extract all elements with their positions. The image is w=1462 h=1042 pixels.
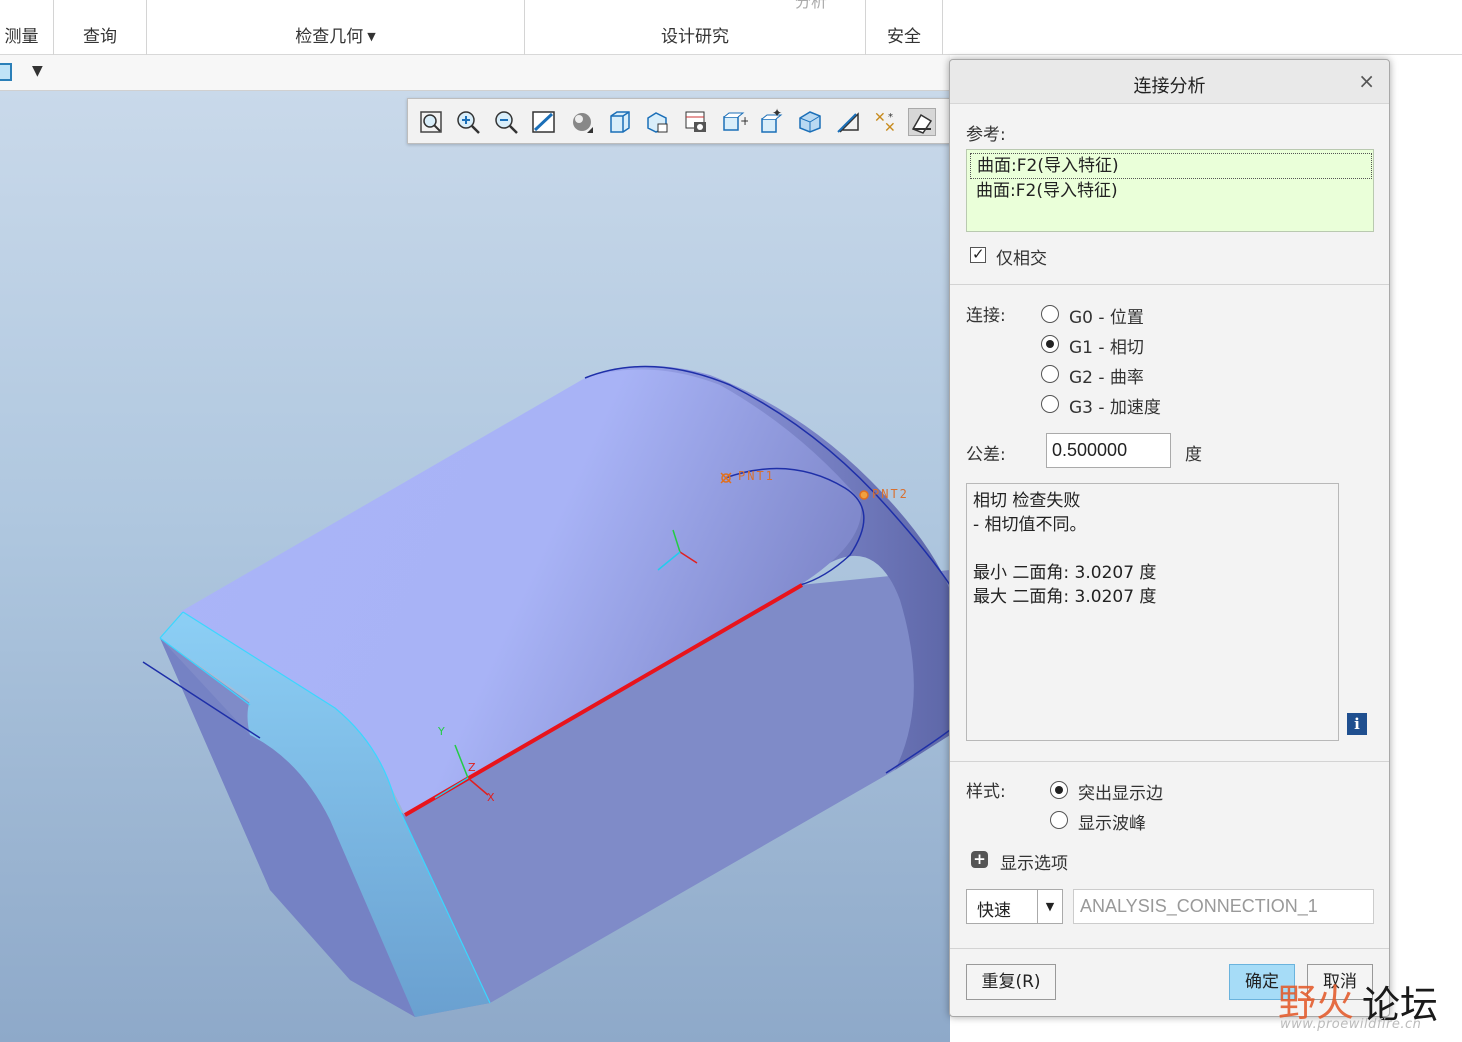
ribbon-group-label: 查询: [83, 27, 117, 47]
plane-display-icon[interactable]: [796, 108, 824, 136]
result-panel: 相切 检查失败 - 相切值不同。 最小 二面角: 3.0207 度 最大 二面角…: [966, 483, 1339, 741]
divider: [950, 761, 1389, 762]
csys-display-icon[interactable]: [908, 108, 936, 136]
result-line: 最小 二面角: 3.0207 度: [973, 563, 1157, 583]
display-style-icon[interactable]: [568, 108, 596, 136]
quick-access-strip: ▼: [0, 55, 950, 91]
radio-g0-label[interactable]: G0 - 位置: [1069, 303, 1144, 328]
divider: [950, 284, 1389, 285]
close-icon[interactable]: ×: [1358, 69, 1375, 93]
dialog-titlebar[interactable]: 连接分析 ×: [950, 60, 1389, 104]
result-line: [973, 537, 1332, 561]
references-label: 参考:: [966, 125, 1006, 145]
radio-g2[interactable]: [1041, 365, 1059, 383]
intersect-only-label[interactable]: 仅相交: [996, 244, 1047, 269]
chevron-down-icon[interactable]: ▼: [1037, 890, 1062, 923]
ribbon-group-label: 测量: [4, 27, 39, 47]
watermark: 野火 论坛 www.proewildfire.cn: [1272, 962, 1452, 1040]
view-manager-icon[interactable]: [644, 108, 672, 136]
radio-g2-label[interactable]: G2 - 曲率: [1069, 363, 1144, 388]
refit-icon[interactable]: [417, 108, 445, 136]
repaint-icon[interactable]: [530, 108, 558, 136]
annotation-display-icon[interactable]: ✦: [758, 106, 786, 136]
saved-views-icon[interactable]: [606, 108, 634, 136]
radio-g1[interactable]: [1041, 335, 1059, 353]
radio-highlight-edge[interactable]: [1050, 781, 1068, 799]
result-line: 最大 二面角: 3.0207 度: [973, 587, 1157, 607]
zoom-in-icon[interactable]: [454, 108, 482, 136]
zoom-out-icon[interactable]: [492, 108, 520, 136]
radio-g3[interactable]: [1041, 395, 1059, 413]
repeat-button[interactable]: 重复(R): [966, 964, 1056, 1000]
radio-g1-label[interactable]: G1 - 相切: [1069, 333, 1144, 358]
ribbon-group-label: 安全: [887, 27, 921, 47]
pnt2-label: PNT2: [872, 487, 909, 501]
graphics-toolbar: + ✦ ✕ ✕ *: [407, 98, 950, 144]
pnt2-marker: [859, 490, 869, 500]
analysis-name-input[interactable]: [1073, 889, 1374, 924]
csys-z-label: Z: [468, 761, 476, 774]
connection-label: 连接:: [966, 306, 1006, 326]
axis-display-icon[interactable]: [834, 108, 862, 136]
radio-show-peaks-label[interactable]: 显示波峰: [1078, 809, 1146, 834]
csys-x-label: X: [487, 791, 495, 804]
reference-item[interactable]: 曲面:F2(导入特征): [970, 153, 1372, 179]
style-label: 样式:: [966, 782, 1006, 802]
ribbon-group-label-wrap: 检查几何 ▼: [147, 22, 524, 47]
ribbon-group-measure[interactable]: 测量: [0, 0, 54, 55]
more-dropdown-icon[interactable]: ▼: [32, 63, 43, 79]
mode-select[interactable]: 快速 ▼: [966, 889, 1063, 924]
result-line: 相切 检查失败: [973, 491, 1081, 511]
dialog-title: 连接分析: [1133, 76, 1206, 97]
connection-analysis-dialog: 连接分析 × 参考: 曲面:F2(导入特征) 曲面:F2(导入特征) 仅相交 连…: [949, 59, 1390, 1017]
ribbon-group-design-study[interactable]: 分析 设计研究: [525, 0, 866, 55]
tolerance-input[interactable]: [1046, 433, 1171, 468]
point-display-icon[interactable]: ✕ ✕ *: [872, 108, 900, 136]
radio-show-peaks[interactable]: [1050, 811, 1068, 829]
tolerance-unit: 度: [1185, 445, 1202, 465]
dropdown-caret-icon: ▼: [367, 30, 376, 43]
intersect-only-checkbox[interactable]: [970, 245, 986, 263]
expand-plus-icon[interactable]: +: [971, 851, 988, 868]
radio-g0[interactable]: [1041, 305, 1059, 323]
ribbon-group-inspect-geometry[interactable]: 检查几何 ▼: [147, 0, 525, 55]
ribbon-group-label: 设计研究: [661, 27, 729, 47]
datum-display-icon[interactable]: +: [720, 108, 750, 136]
references-list[interactable]: 曲面:F2(导入特征) 曲面:F2(导入特征): [966, 149, 1374, 232]
mode-select-value: 快速: [977, 901, 1011, 921]
ribbon-group-query[interactable]: 查询: [54, 0, 147, 55]
reference-item[interactable]: 曲面:F2(导入特征): [970, 179, 1372, 205]
ribbon-group-label: 检查几何: [295, 27, 364, 47]
pnt1-marker: [720, 472, 732, 484]
model-drawing: [142, 365, 950, 1017]
tolerance-label: 公差:: [966, 445, 1006, 465]
svg-text:*: *: [888, 112, 893, 123]
graphics-viewport[interactable]: PNT1 PNT2 Y Z X: [0, 91, 950, 1042]
radio-highlight-edge-label[interactable]: 突出显示边: [1078, 779, 1163, 804]
watermark-url: www.proewildfire.cn: [1280, 1017, 1422, 1032]
ribbon: 测量 查询 检查几何 ▼ 分析 设计研究 安全: [0, 0, 1462, 55]
pnt1-label: PNT1: [738, 469, 775, 483]
svg-text:+: +: [740, 114, 748, 128]
radio-g3-label[interactable]: G3 - 加速度: [1069, 393, 1161, 418]
csys-y-label: Y: [438, 725, 445, 738]
result-line: - 相切值不同。: [973, 515, 1087, 535]
view-icon[interactable]: [0, 63, 12, 81]
divider: [950, 948, 1389, 949]
ribbon-group-security[interactable]: 安全: [866, 0, 943, 55]
display-options-label[interactable]: 显示选项: [1000, 849, 1068, 874]
info-icon[interactable]: i: [1347, 713, 1367, 735]
ribbon-cutoff-label: 分析: [795, 0, 828, 11]
svg-text:✦: ✦: [772, 108, 782, 120]
perspective-icon[interactable]: [682, 108, 710, 136]
